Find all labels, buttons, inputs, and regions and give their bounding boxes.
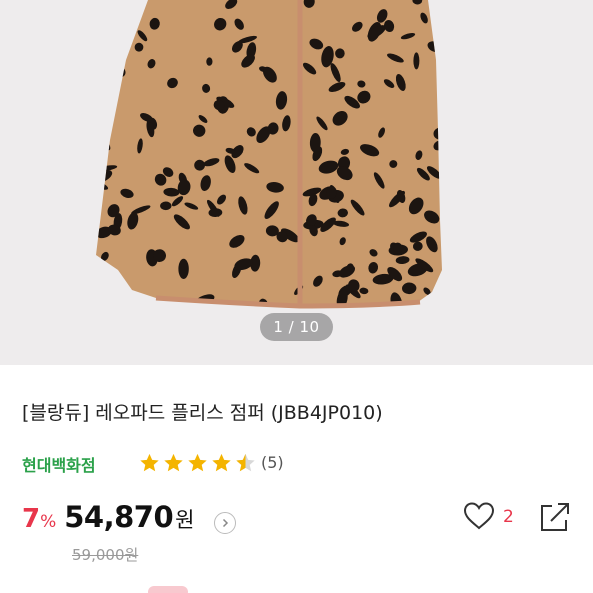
heart-icon <box>463 502 495 530</box>
discount-unit: % <box>40 512 57 532</box>
star-icon <box>212 453 231 472</box>
sale-price: 54,870 <box>64 500 174 534</box>
half-star-icon <box>236 453 255 472</box>
like-count: 2 <box>503 507 514 527</box>
product-image <box>96 0 442 309</box>
review-count[interactable]: (5) <box>261 453 284 472</box>
next-section-peek <box>148 586 188 593</box>
rating-stars[interactable] <box>138 452 258 474</box>
price-unit: 원 <box>175 508 195 532</box>
price-row: 7 % 54,870 원 <box>22 500 195 534</box>
seller-name[interactable]: 현대백화점 <box>22 452 96 476</box>
price-detail-button[interactable] <box>214 512 236 534</box>
star-icon <box>188 453 207 472</box>
star-icon <box>164 453 183 472</box>
image-counter: 1 / 10 <box>260 313 333 341</box>
product-title: [블랑듀] 레오파드 플리스 점퍼 (JBB4JP010) <box>22 402 383 424</box>
share-button[interactable] <box>538 500 572 538</box>
share-icon <box>541 503 569 531</box>
chevron-right-icon <box>222 518 229 528</box>
original-price: 59,000원 <box>72 546 139 564</box>
discount-rate: 7 <box>22 504 41 534</box>
product-image-gallery[interactable]: 1 / 10 <box>0 0 593 365</box>
like-button[interactable] <box>462 500 496 536</box>
star-icon <box>140 453 159 472</box>
